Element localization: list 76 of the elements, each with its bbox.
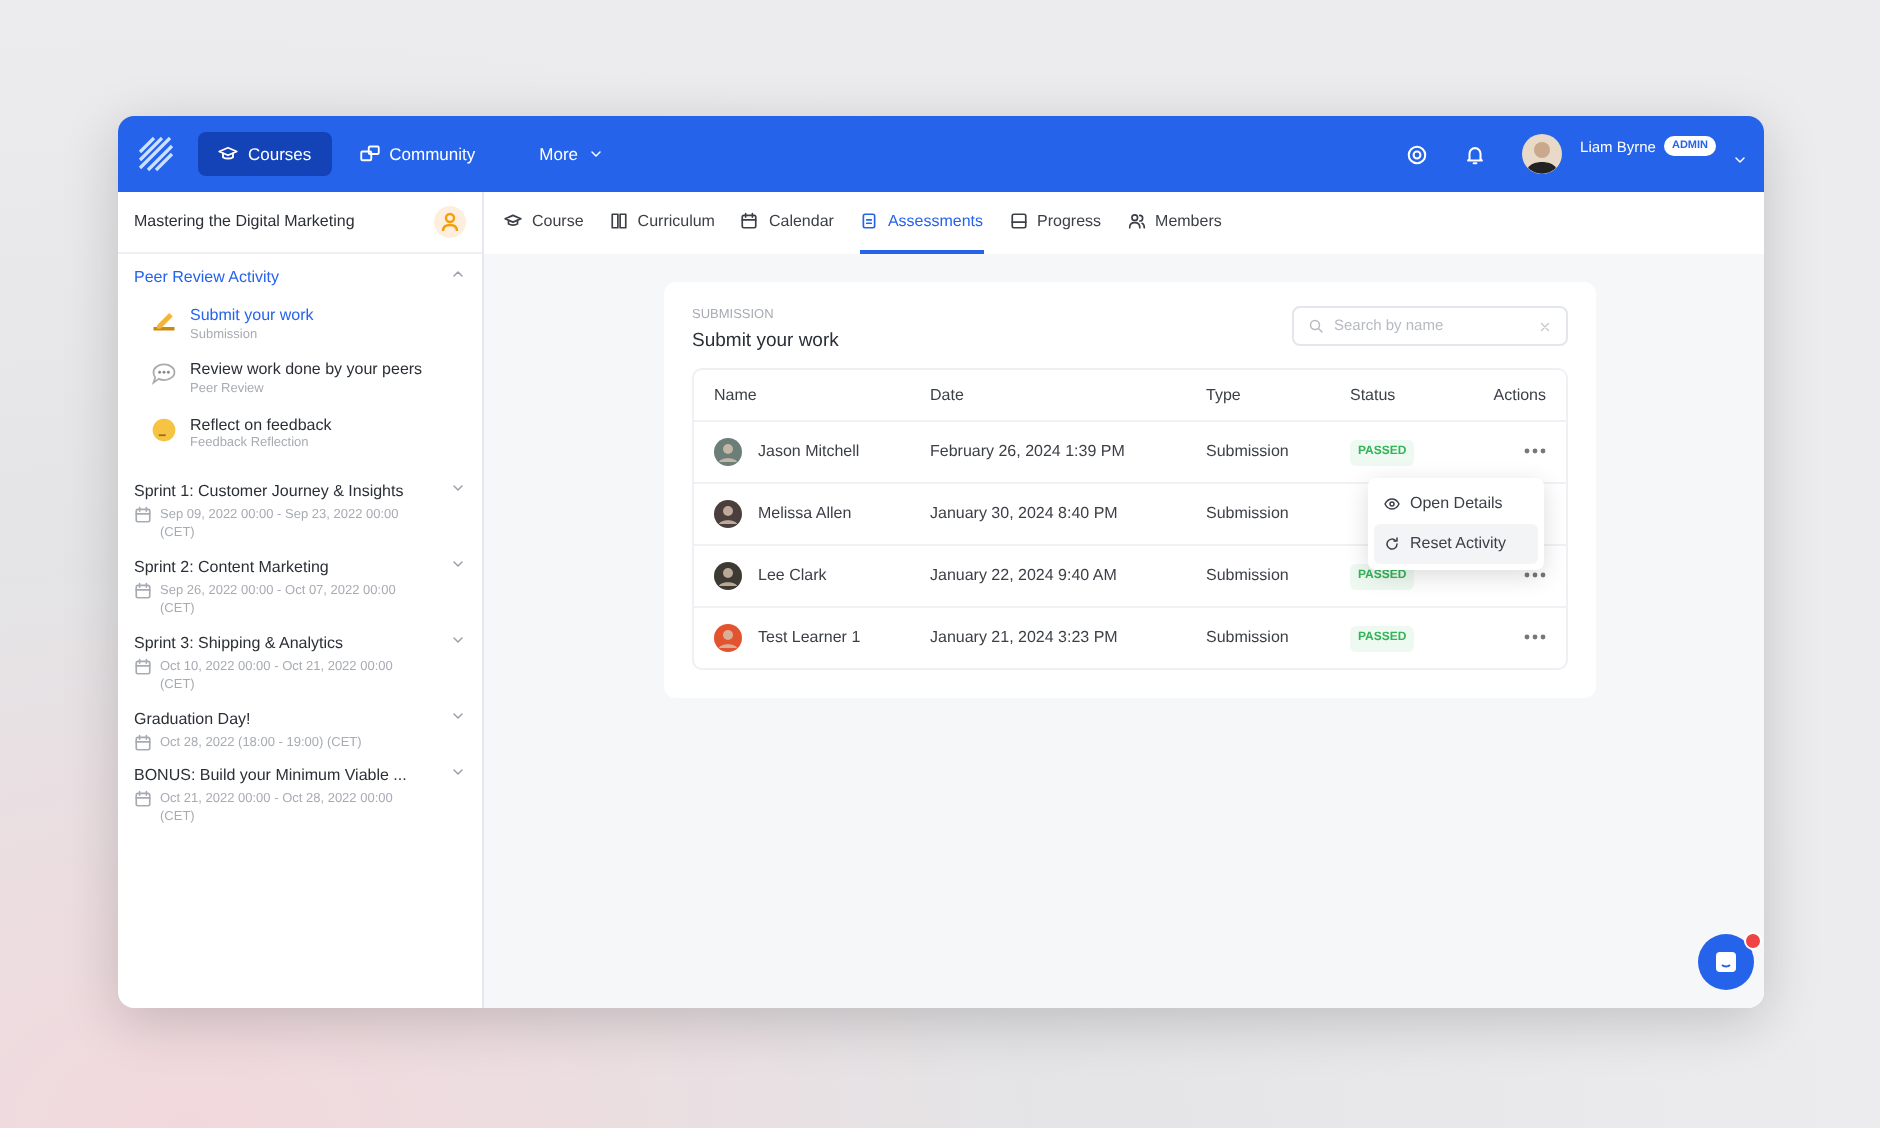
column-header: Date — [930, 383, 966, 407]
graduation-cap-icon — [218, 144, 238, 164]
progress-icon — [1009, 212, 1028, 230]
chevron-up-icon[interactable] — [450, 266, 466, 282]
eye-icon — [1384, 496, 1400, 512]
calendar-icon — [740, 212, 759, 230]
column-header: Type — [1206, 383, 1243, 407]
nav-tab[interactable]: Courses — [198, 131, 332, 177]
chevron-down-icon[interactable] — [450, 480, 466, 497]
type-cell-text: Submission — [1206, 502, 1291, 526]
type-cell-text: Submission — [1206, 440, 1291, 464]
learner-name: Lee Clark — [758, 564, 827, 588]
calendar-icon — [134, 789, 152, 808]
avatar — [714, 562, 742, 590]
clipboard-icon — [859, 212, 878, 230]
activity-title[interactable]: Reflect on feedback — [190, 415, 332, 435]
settings-icon — [1406, 143, 1429, 165]
close-icon[interactable] — [1538, 319, 1552, 333]
avatar — [714, 500, 742, 528]
bell-icon — [1464, 143, 1487, 165]
panel-title: Submit your work — [692, 327, 839, 356]
menu-item[interactable]: Reset Activity — [1374, 524, 1538, 564]
book-icon — [609, 212, 628, 230]
windows-icon — [359, 144, 380, 164]
type-cell-text: Submission — [1206, 564, 1291, 588]
chevron-down-icon[interactable] — [450, 763, 466, 780]
chat-icon — [1714, 950, 1738, 974]
search-icon — [1308, 318, 1324, 334]
calendar-icon — [134, 657, 152, 676]
learner-name: Test Learner 1 — [758, 626, 861, 650]
chevron-down-icon[interactable] — [450, 707, 466, 724]
section-title[interactable]: Sprint 2: Content Marketing — [134, 555, 329, 580]
avatar[interactable] — [1522, 134, 1563, 174]
section-title[interactable]: Sprint 1: Customer Journey & Insights — [134, 480, 404, 505]
avatar — [714, 438, 742, 466]
nav-tab[interactable]: Community — [339, 131, 496, 177]
menu-item[interactable]: Open Details — [1374, 484, 1538, 524]
refresh-icon — [1384, 536, 1400, 552]
chevron-down-icon[interactable] — [450, 555, 466, 572]
calendar-icon — [134, 733, 152, 752]
avatar — [714, 624, 742, 652]
tab[interactable]: Assessments — [859, 192, 984, 254]
calendar-icon — [134, 581, 152, 600]
column-header: Status — [1350, 383, 1398, 407]
column-header: Actions — [1493, 383, 1546, 407]
date-cell-text: January 21, 2024 3:23 PM — [930, 626, 1120, 650]
chevron-down-icon[interactable] — [1732, 152, 1748, 168]
learner-name: Jason Mitchell — [758, 440, 860, 464]
logo-icon[interactable] — [138, 136, 174, 172]
graduation-cap-icon — [504, 212, 522, 230]
members-icon — [1127, 212, 1146, 230]
type-cell-text: Submission — [1206, 626, 1291, 650]
date-cell-text: January 30, 2024 8:40 PM — [930, 502, 1120, 526]
section-title[interactable]: BONUS: Build your Minimum Viable ... — [134, 763, 407, 788]
date-cell-text: January 22, 2024 9:40 AM — [930, 564, 1119, 588]
nav-tab[interactable]: More — [519, 131, 625, 177]
tab[interactable]: Calendar — [740, 192, 834, 254]
tab[interactable]: Members — [1127, 192, 1222, 254]
section-title[interactable]: Graduation Day! — [134, 707, 251, 732]
tab[interactable]: Curriculum — [609, 192, 715, 254]
activity-title[interactable]: Submit your work — [190, 306, 314, 326]
course-title: Mastering the Digital Marketing — [134, 210, 355, 234]
person-icon[interactable] — [434, 206, 466, 238]
section-title[interactable]: Peer Review Activity — [134, 266, 279, 290]
section-title[interactable]: Sprint 3: Shipping & Analytics — [134, 631, 344, 656]
calendar-icon — [134, 506, 152, 525]
activity-title[interactable]: Review work done by your peers — [190, 360, 423, 380]
tab[interactable]: Course — [504, 192, 584, 254]
chevron-down-icon — [588, 146, 605, 162]
tab[interactable]: Progress — [1009, 192, 1102, 254]
learner-name: Melissa Allen — [758, 502, 852, 526]
chat-icon — [150, 360, 178, 389]
chevron-down-icon[interactable] — [450, 631, 466, 648]
thinking-face-icon — [150, 415, 178, 444]
column-header: Name — [714, 383, 759, 407]
date-cell-text: February 26, 2024 1:39 PM — [930, 440, 1127, 464]
